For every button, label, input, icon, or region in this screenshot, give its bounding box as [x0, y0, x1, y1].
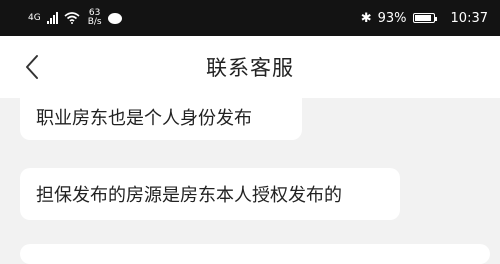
- net-speed-unit: B/s: [87, 17, 102, 27]
- clock: 10:37: [450, 10, 488, 26]
- wifi-icon: [64, 12, 80, 24]
- page-title: 联系客服: [206, 56, 294, 80]
- message-bubble[interactable]: [20, 244, 490, 264]
- app-header: 联系客服: [0, 36, 500, 98]
- status-bar: 4G 63 B/s ✱ 93% 10:37: [0, 0, 500, 36]
- network-type: 4G: [28, 12, 41, 23]
- wechat-notification-icon: [107, 12, 122, 24]
- battery-fill: [414, 15, 432, 21]
- bluetooth-icon: ✱: [360, 10, 372, 26]
- battery-icon: [412, 13, 437, 23]
- battery-percent: 93%: [377, 10, 407, 26]
- status-left: 4G 63 B/s: [28, 9, 122, 27]
- message-bubble[interactable]: 担保发布的房源是房东本人授权发布的: [20, 168, 400, 220]
- net-speed: 63 B/s: [88, 9, 102, 27]
- chevron-left-icon: [26, 55, 38, 79]
- signal-icon: [46, 12, 58, 24]
- message-bubble[interactable]: 职业房东也是个人身份发布: [20, 94, 302, 140]
- status-right: ✱ 93% 10:37: [361, 11, 488, 26]
- chat-area[interactable]: 职业房东也是个人身份发布 担保发布的房源是房东本人授权发布的: [0, 94, 500, 264]
- back-button[interactable]: [18, 52, 46, 82]
